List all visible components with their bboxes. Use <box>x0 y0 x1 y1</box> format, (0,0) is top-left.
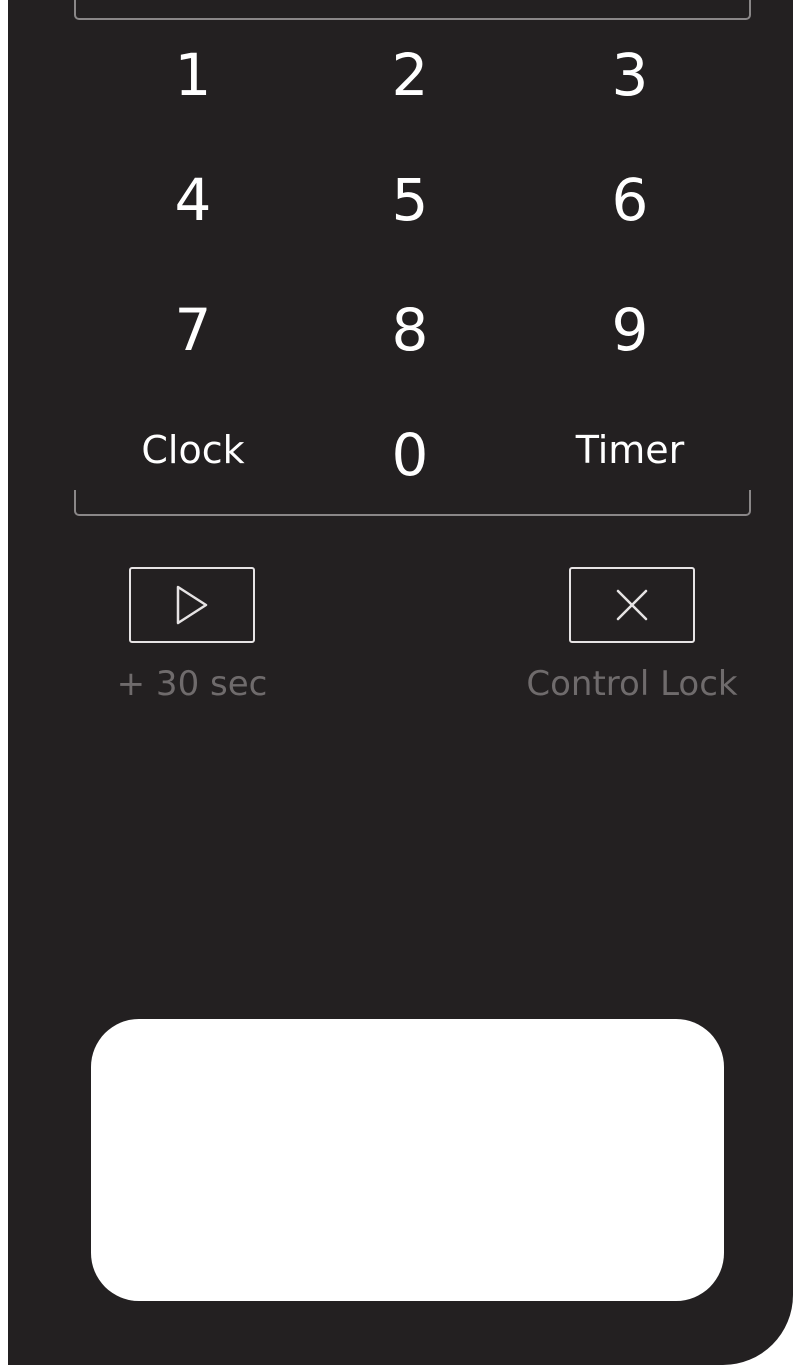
key-4[interactable]: 4 <box>113 155 273 245</box>
display-screen <box>91 1019 724 1301</box>
key-5[interactable]: 5 <box>330 155 490 245</box>
keypad-bracket-bottom <box>74 490 751 516</box>
stop-button[interactable] <box>569 567 695 643</box>
keypad-bracket-top <box>74 0 751 20</box>
start-caption: + 30 sec <box>116 664 268 704</box>
key-8[interactable]: 8 <box>330 285 490 375</box>
stop-caption: Control Lock <box>526 664 738 704</box>
key-0[interactable]: 0 <box>330 410 490 500</box>
close-icon <box>616 589 648 621</box>
start-button[interactable] <box>129 567 255 643</box>
timer-button[interactable]: Timer <box>550 405 710 495</box>
key-3[interactable]: 3 <box>550 30 710 120</box>
clock-button[interactable]: Clock <box>113 405 273 495</box>
key-1[interactable]: 1 <box>113 30 273 120</box>
key-2[interactable]: 2 <box>330 30 490 120</box>
play-icon <box>176 585 208 625</box>
key-9[interactable]: 9 <box>550 285 710 375</box>
key-6[interactable]: 6 <box>550 155 710 245</box>
control-panel: 1 2 3 4 5 6 7 8 9 Clock 0 Timer + 30 sec… <box>8 0 793 1365</box>
key-7[interactable]: 7 <box>113 285 273 375</box>
